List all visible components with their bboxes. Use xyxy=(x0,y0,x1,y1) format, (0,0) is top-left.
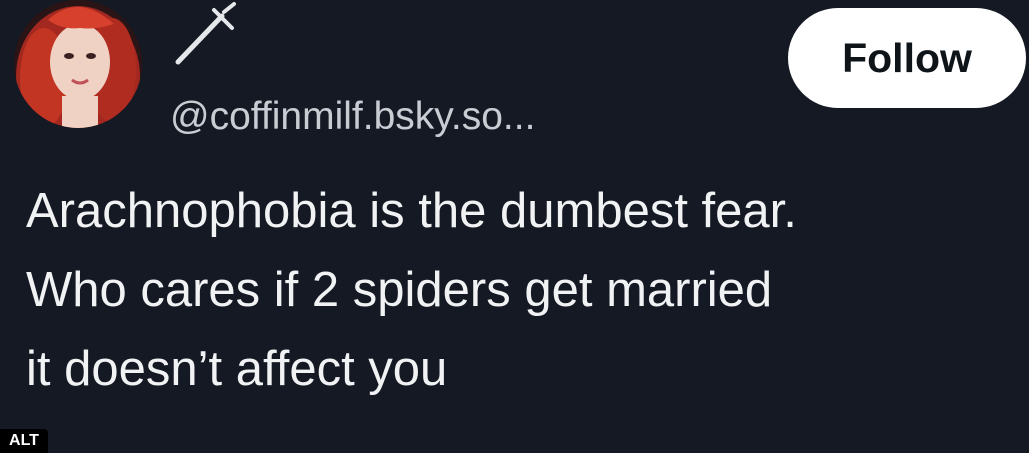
dagger-icon xyxy=(170,2,240,66)
post-text-line: it doesn’t affect you xyxy=(26,342,448,396)
follow-button[interactable]: Follow xyxy=(788,8,1026,108)
post-text: Arachnophobia is the dumbest fear. Who c… xyxy=(26,172,1016,409)
avatar[interactable] xyxy=(14,0,142,128)
alt-text-badge[interactable]: ALT xyxy=(0,429,48,453)
author-handle[interactable]: @coffinmilf.bsky.so... xyxy=(170,94,535,140)
post-text-line: Arachnophobia is the dumbest fear. xyxy=(26,184,797,238)
post-text-line: Who cares if 2 spiders get married xyxy=(26,263,773,317)
